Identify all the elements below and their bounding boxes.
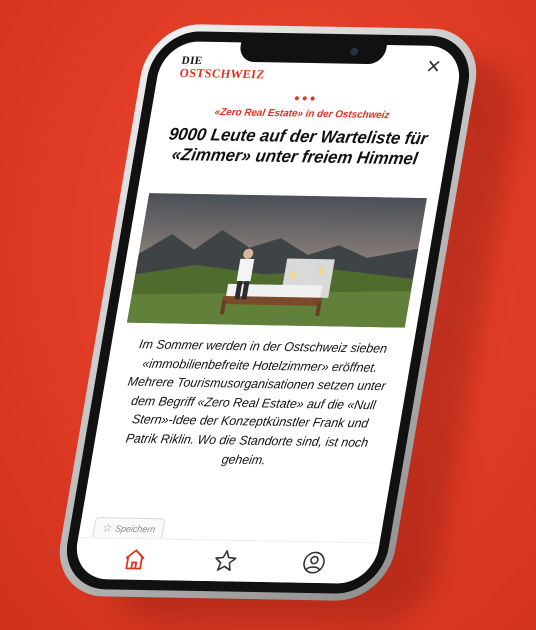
star-outline-icon: ☆ <box>101 522 114 535</box>
hotel-bed-photo <box>126 193 427 328</box>
logo-line-name: OSTSCHWEIZ <box>178 65 266 82</box>
article-kicker: «Zero Real Estate» in der Ostschweiz <box>213 106 391 122</box>
tab-profile[interactable] <box>299 549 329 576</box>
tab-home[interactable] <box>120 546 150 573</box>
tab-favorites[interactable] <box>210 548 240 575</box>
article-photo <box>126 193 427 328</box>
page-dot <box>310 96 315 101</box>
home-icon <box>125 549 145 570</box>
star-icon <box>215 550 237 572</box>
save-label: Speichern <box>114 523 157 535</box>
profile-icon <box>303 551 325 574</box>
article-teaser: Im Sommer werden in der Ostschweiz siebe… <box>124 337 389 467</box>
bottom-navigation <box>71 537 380 584</box>
page-indicator <box>154 94 456 103</box>
article-headline: 9000 Leute auf der Warteliste für «Zimme… <box>167 124 430 169</box>
promo-stage: DIE OSTSCHWEIZ × «Zero Real Estate» in d… <box>0 0 536 630</box>
page-dot <box>294 96 300 101</box>
phone-notch <box>237 39 388 65</box>
page-dot <box>302 96 308 101</box>
close-icon[interactable]: × <box>419 53 447 81</box>
